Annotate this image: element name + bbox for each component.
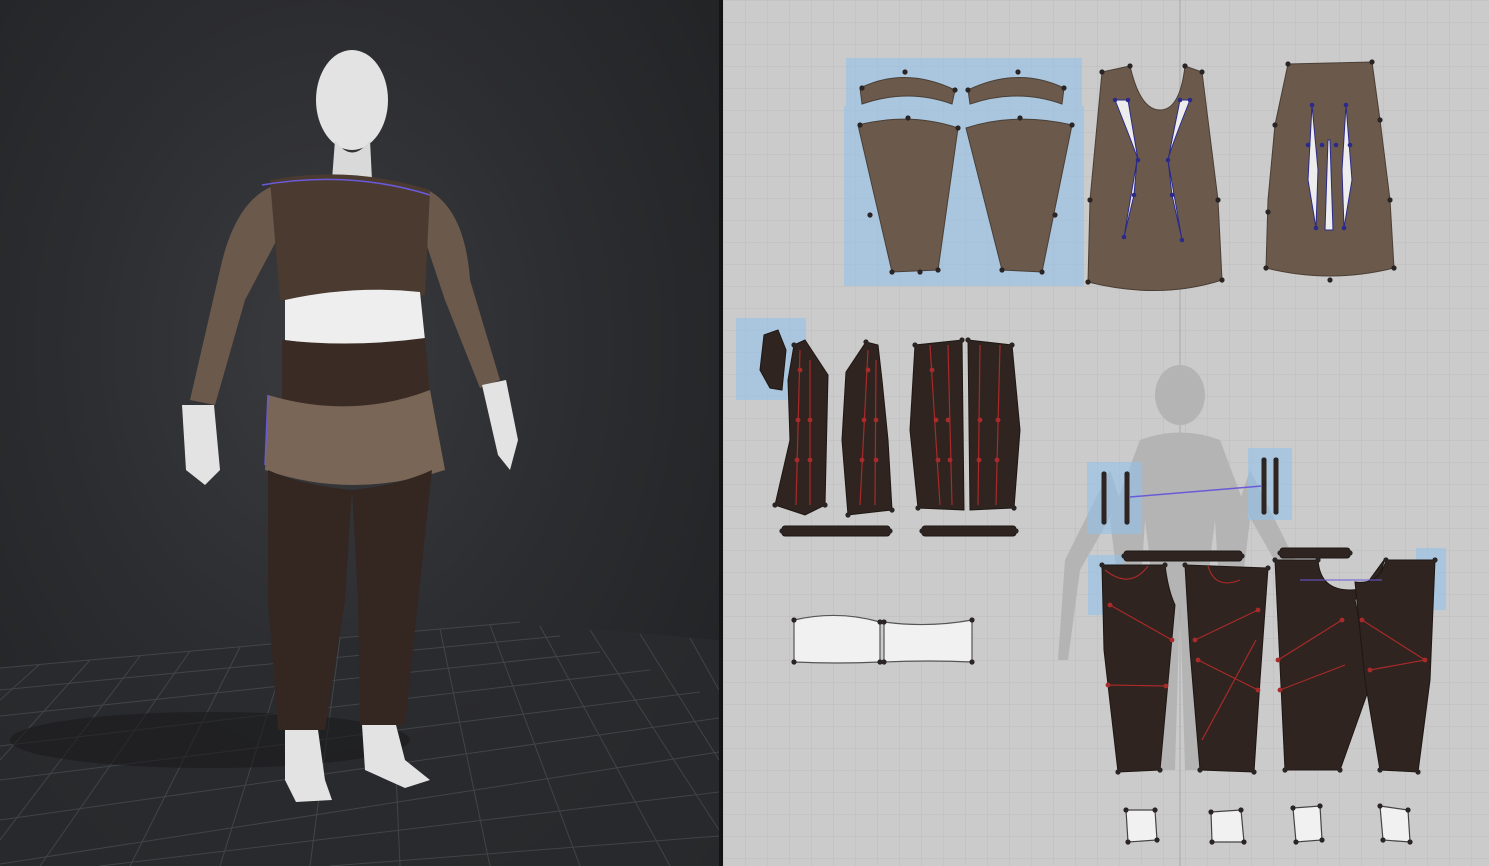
pants-waistband-1 bbox=[1123, 550, 1243, 562]
avatar-shadow bbox=[10, 712, 410, 768]
top-bodice[interactable] bbox=[270, 174, 430, 302]
waistband-left bbox=[793, 614, 881, 664]
sock-4 bbox=[1379, 805, 1411, 843]
3d-scene bbox=[0, 50, 719, 866]
pants-front-right bbox=[1184, 564, 1269, 773]
avatar-head bbox=[316, 50, 388, 150]
sock-2 bbox=[1210, 809, 1245, 843]
right-hand bbox=[482, 380, 518, 470]
waist-band[interactable] bbox=[285, 289, 425, 345]
corset-panel-4 bbox=[967, 339, 1021, 511]
sock-1 bbox=[1125, 809, 1158, 843]
left-hand bbox=[182, 405, 220, 485]
3d-viewport[interactable] bbox=[0, 0, 719, 866]
pattern-canvas[interactable] bbox=[723, 0, 1489, 866]
corset[interactable] bbox=[282, 338, 430, 407]
left-sleeve[interactable] bbox=[190, 185, 282, 405]
pants-waistband-2 bbox=[1279, 547, 1351, 559]
corset-strap-1 bbox=[781, 525, 891, 537]
waistband-right bbox=[883, 619, 973, 663]
corset-panel-3 bbox=[909, 339, 965, 511]
corset-strap-2 bbox=[921, 525, 1017, 537]
2d-pattern-window[interactable] bbox=[723, 0, 1489, 866]
right-sleeve[interactable] bbox=[425, 190, 500, 388]
sock-3 bbox=[1292, 805, 1323, 843]
